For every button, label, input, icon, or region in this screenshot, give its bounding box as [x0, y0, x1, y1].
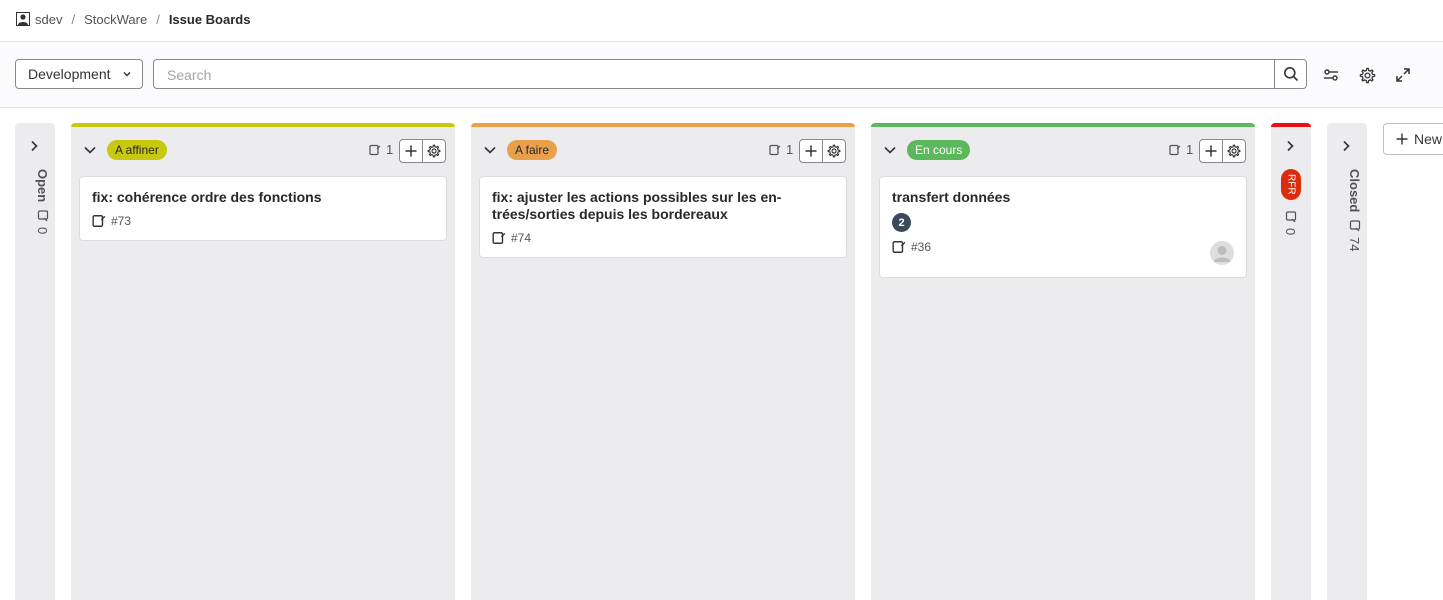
breadcrumb-separator: / [156, 11, 160, 27]
list-label[interactable]: A faire [507, 140, 558, 160]
list-settings-button[interactable] [422, 140, 445, 162]
new-issue-button[interactable] [1200, 140, 1222, 162]
issue-card[interactable]: fix: cohérence ordre des fonctions #73 [79, 176, 447, 241]
list-header: A affiner 1 [71, 137, 455, 163]
chevron-right-icon[interactable] [1283, 139, 1297, 153]
board-list-en-cours: En cours 1 transfert données 2 #36 [871, 123, 1255, 600]
plus-icon [405, 145, 417, 157]
list-header: En cours 1 [871, 137, 1255, 163]
weight-badge: 2 [892, 213, 911, 232]
issues-icon [1349, 220, 1360, 232]
board-settings-button[interactable] [1358, 66, 1376, 84]
issue-count: 0 [35, 210, 50, 234]
search-input[interactable] [165, 66, 1269, 84]
issue-title[interactable]: transfert données [892, 189, 1234, 206]
issue-type-icon [492, 232, 506, 244]
issue-meta: #73 [92, 214, 434, 228]
issue-count: 1 [769, 142, 793, 157]
new-list-button[interactable]: New [1383, 123, 1443, 155]
board-toolbar: Development [0, 41, 1443, 108]
issue-type-icon [92, 215, 106, 227]
issues-icon [1285, 211, 1296, 223]
issue-reference: #74 [511, 231, 532, 245]
breadcrumb-group-link[interactable]: sdev [35, 12, 62, 27]
list-actions [799, 139, 846, 163]
chevron-down-icon [123, 71, 131, 77]
new-issue-button[interactable] [800, 140, 822, 162]
search-icon [1283, 67, 1298, 82]
issue-title[interactable]: fix: ajuster les actions possibles sur l… [492, 189, 834, 223]
board-list-open: Open 0 [15, 123, 55, 600]
plus-icon [805, 145, 817, 157]
issues-icon [769, 144, 781, 155]
issue-meta: #36 [892, 240, 1234, 254]
list-actions [1199, 139, 1246, 163]
issue-meta: #74 [492, 231, 834, 245]
issue-card[interactable]: transfert données 2 #36 [879, 176, 1247, 278]
search-button[interactable] [1274, 60, 1306, 88]
chevron-right-icon[interactable] [1339, 139, 1353, 153]
issue-count: 1 [1169, 142, 1193, 157]
chevron-down-icon[interactable] [483, 143, 497, 157]
filter-icon [1324, 69, 1338, 81]
issue-count: 74 [1347, 220, 1362, 252]
maximize-icon [1396, 68, 1410, 82]
list-settings-button[interactable] [1222, 140, 1245, 162]
board-list-rfr: RFR 0 [1271, 123, 1311, 600]
list-title: Closed 74 [1347, 169, 1362, 252]
list-actions [399, 139, 446, 163]
chevron-right-icon[interactable] [27, 139, 41, 153]
issue-reference: #36 [911, 240, 932, 254]
fullscreen-button[interactable] [1394, 66, 1412, 84]
plus-icon [1396, 133, 1408, 145]
plus-icon [1205, 145, 1217, 157]
new-issue-button[interactable] [400, 140, 422, 162]
new-list-label: New [1414, 131, 1443, 147]
list-label[interactable]: En cours [907, 140, 971, 160]
gear-icon [1359, 67, 1375, 83]
list-label[interactable]: A affiner [107, 140, 167, 160]
breadcrumb-separator: / [71, 11, 76, 27]
list-settings-button[interactable] [822, 140, 845, 162]
chevron-down-icon[interactable] [883, 143, 897, 157]
board-name: Development [28, 66, 111, 82]
list-header: A faire 1 [471, 137, 855, 163]
issue-reference: #73 [111, 214, 132, 228]
list-title-text: Closed [1347, 169, 1362, 213]
issues-icon [1169, 144, 1181, 155]
gear-icon [427, 144, 441, 158]
list-title: Open 0 [35, 169, 50, 234]
search-box [153, 59, 1307, 89]
gear-icon [827, 144, 841, 158]
board-switcher-dropdown[interactable]: Development [15, 59, 143, 89]
list-title-text: Open [35, 169, 50, 203]
board-list-a-affiner: A affiner 1 fix: cohérence ordre des fon… [71, 123, 455, 600]
chevron-down-icon[interactable] [83, 143, 97, 157]
group-avatar-icon [16, 12, 30, 26]
board-list-a-faire: A faire 1 fix: ajuster les actions possi… [471, 123, 855, 600]
user-avatar-icon [1210, 241, 1234, 265]
issue-type-icon [892, 241, 906, 253]
filter-options-button[interactable] [1322, 66, 1340, 84]
breadcrumb-project-link[interactable]: StockWare [84, 12, 147, 27]
issues-icon [37, 210, 48, 222]
issues-icon [369, 144, 381, 155]
breadcrumb-current[interactable]: Issue Boards [169, 12, 251, 27]
list-label[interactable]: RFR [1281, 169, 1301, 200]
breadcrumb: sdev / StockWare / Issue Boards [16, 10, 250, 28]
gear-icon [1227, 144, 1241, 158]
issue-count: 1 [369, 142, 393, 157]
issue-count: 0 [1283, 211, 1298, 235]
issue-title[interactable]: fix: cohérence ordre des fonctions [92, 189, 434, 206]
board-list-closed: Closed 74 [1327, 123, 1367, 600]
assignee-avatar[interactable] [1210, 241, 1234, 265]
issue-card[interactable]: fix: ajuster les actions possibles sur l… [479, 176, 847, 258]
